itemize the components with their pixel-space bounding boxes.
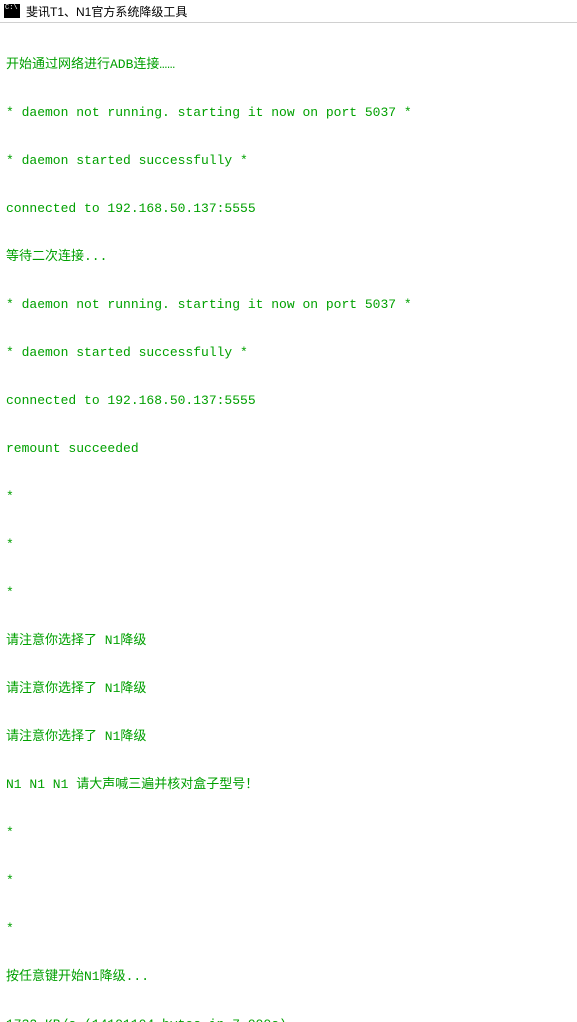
terminal-line: connected to 192.168.50.137:5555 — [6, 393, 571, 409]
terminal-line: connected to 192.168.50.137:5555 — [6, 201, 571, 217]
terminal-line: * — [6, 489, 571, 505]
terminal-line: * daemon started successfully * — [6, 345, 571, 361]
terminal-line: * — [6, 825, 571, 841]
terminal-line: * daemon not running. starting it now on… — [6, 297, 571, 313]
terminal-line: N1 N1 N1 请大声喊三遍并核对盒子型号！ — [6, 777, 571, 793]
terminal-line: remount succeeded — [6, 441, 571, 457]
terminal-line: * — [6, 873, 571, 889]
terminal-line: 请注意你选择了 N1降级 — [6, 633, 571, 649]
console-icon — [4, 4, 20, 18]
terminal-line: 1732 KB/s (14191104 bytes in 7.999s) — [6, 1017, 571, 1022]
terminal-line: * — [6, 585, 571, 601]
terminal-line: * — [6, 921, 571, 937]
terminal-output: 开始通过网络进行ADB连接…… * daemon not running. st… — [0, 23, 577, 1022]
terminal-line: 等待二次连接... — [6, 249, 571, 265]
terminal-line: * — [6, 537, 571, 553]
window-titlebar[interactable]: 斐讯T1、N1官方系统降级工具 — [0, 0, 577, 23]
terminal-line: * daemon not running. starting it now on… — [6, 105, 571, 121]
terminal-line: 请注意你选择了 N1降级 — [6, 681, 571, 697]
terminal-line: 请注意你选择了 N1降级 — [6, 729, 571, 745]
terminal-line: 按任意键开始N1降级... — [6, 969, 571, 985]
terminal-line: * daemon started successfully * — [6, 153, 571, 169]
terminal-line: 开始通过网络进行ADB连接…… — [6, 57, 571, 73]
window-title: 斐讯T1、N1官方系统降级工具 — [26, 3, 187, 20]
